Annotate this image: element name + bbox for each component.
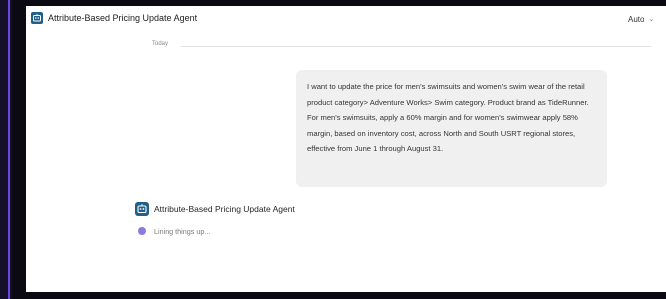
mode-dropdown[interactable]: Auto ⌄ — [628, 12, 654, 26]
user-message-bubble: I want to update the price for men's swi… — [296, 70, 607, 187]
accent-border — [8, 0, 10, 299]
status-dot-icon — [138, 227, 146, 235]
status-text: Lining things up... — [154, 226, 211, 236]
chevron-down-icon: ⌄ — [648, 16, 655, 23]
header-bar: Attribute-Based Pricing Update Agent Aut… — [26, 6, 666, 32]
app-title: Attribute-Based Pricing Update Agent — [48, 13, 198, 23]
agent-response-header: Attribute-Based Pricing Update Agent — [135, 201, 295, 217]
agent-status: Lining things up... — [138, 225, 210, 237]
window-edge — [0, 0, 12, 299]
agent-logo-icon — [31, 12, 43, 24]
agent-name: Attribute-Based Pricing Update Agent — [154, 204, 295, 214]
chat-panel: Attribute-Based Pricing Update Agent Aut… — [26, 6, 666, 292]
divider-line — [181, 46, 651, 47]
mode-label: Auto — [628, 14, 645, 24]
date-label: Today — [152, 41, 169, 47]
agent-logo-icon — [135, 202, 149, 216]
date-separator: Today — [152, 41, 652, 53]
